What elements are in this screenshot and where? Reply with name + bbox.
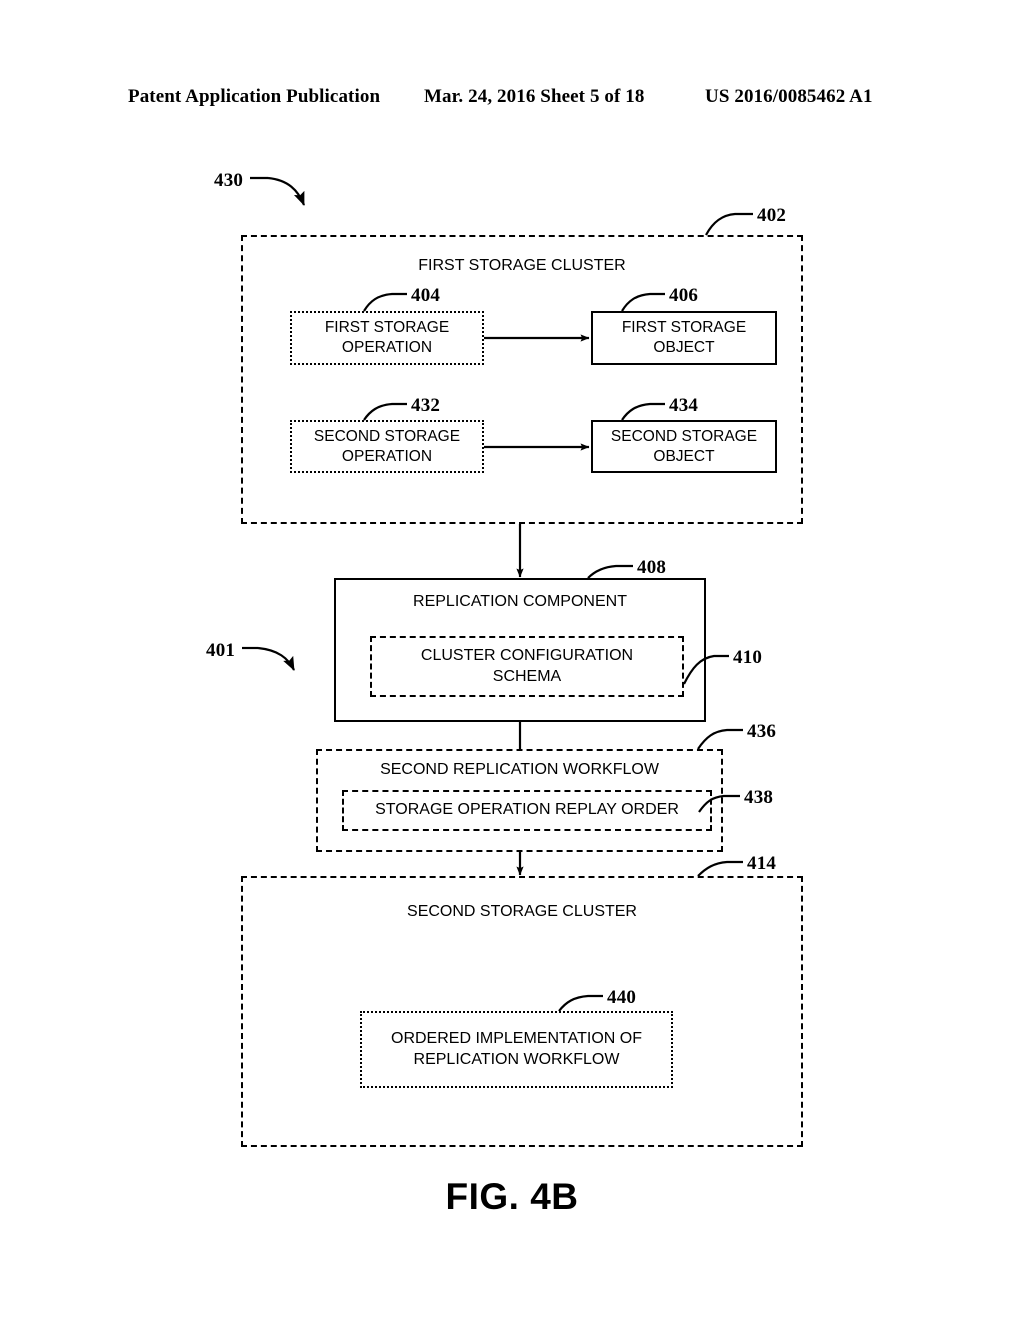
leader-414 bbox=[697, 860, 743, 877]
storage-operation-replay-order-label: STORAGE OPERATION REPLAY ORDER bbox=[375, 801, 679, 819]
ordered-implementation-label: ORDERED IMPLEMENTATION OF REPLICATION WO… bbox=[391, 1030, 642, 1068]
ref-numeral-402: 402 bbox=[757, 205, 787, 226]
ordered-implementation-box: ORDERED IMPLEMENTATION OF REPLICATION WO… bbox=[360, 1011, 673, 1088]
ref-numeral-404: 404 bbox=[411, 285, 441, 306]
first-storage-object-box: FIRST STORAGE OBJECT bbox=[591, 311, 777, 365]
second-storage-object-box: SECOND STORAGE OBJECT bbox=[591, 420, 777, 473]
second-storage-object-label: SECOND STORAGE OBJECT bbox=[610, 427, 758, 465]
first-storage-object-label: FIRST STORAGE OBJECT bbox=[621, 319, 747, 356]
first-storage-cluster-container bbox=[241, 235, 803, 524]
first-storage-cluster-label: FIRST STORAGE CLUSTER bbox=[418, 257, 626, 274]
leader-436 bbox=[697, 728, 743, 750]
ref-numeral-401: 401 bbox=[206, 640, 236, 661]
second-storage-operation-label: SECOND STORAGE OPERATION bbox=[313, 427, 461, 465]
ref-numeral-432: 432 bbox=[411, 395, 441, 416]
second-storage-operation-box: SECOND STORAGE OPERATION bbox=[290, 420, 484, 473]
leader-430 bbox=[250, 176, 306, 206]
replication-component-label: REPLICATION COMPONENT bbox=[413, 593, 627, 610]
leader-402 bbox=[705, 212, 753, 236]
header-publication-type: Patent Application Publication bbox=[128, 86, 381, 107]
ref-numeral-410: 410 bbox=[733, 647, 763, 668]
ref-numeral-414: 414 bbox=[747, 853, 777, 874]
ref-numeral-406: 406 bbox=[669, 285, 699, 306]
figure-caption: FIG. 4B bbox=[445, 1176, 579, 1217]
page-header: Patent Application Publication Mar. 24, … bbox=[0, 86, 1024, 114]
ref-numeral-436: 436 bbox=[747, 721, 777, 742]
header-patent-number: US 2016/0085462 A1 bbox=[705, 86, 873, 107]
leader-408 bbox=[587, 564, 633, 579]
first-storage-operation-label: FIRST STORAGE OPERATION bbox=[324, 319, 450, 356]
ref-numeral-440: 440 bbox=[607, 987, 637, 1008]
cluster-configuration-schema-box: CLUSTER CONFIGURATION SCHEMA bbox=[370, 636, 684, 697]
ref-numeral-434: 434 bbox=[669, 395, 699, 416]
cluster-configuration-schema-label: CLUSTER CONFIGURATION SCHEMA bbox=[420, 647, 634, 685]
ref-numeral-430: 430 bbox=[214, 170, 244, 191]
first-storage-operation-box: FIRST STORAGE OPERATION bbox=[290, 311, 484, 365]
ref-numeral-408: 408 bbox=[637, 557, 667, 578]
second-storage-cluster-label: SECOND STORAGE CLUSTER bbox=[407, 903, 637, 920]
header-date-sheet: Mar. 24, 2016 Sheet 5 of 18 bbox=[424, 86, 645, 107]
leader-401 bbox=[242, 646, 295, 671]
ref-numeral-438: 438 bbox=[744, 787, 774, 808]
storage-operation-replay-order-box: STORAGE OPERATION REPLAY ORDER bbox=[342, 790, 712, 831]
second-replication-workflow-label: SECOND REPLICATION WORKFLOW bbox=[380, 761, 659, 778]
